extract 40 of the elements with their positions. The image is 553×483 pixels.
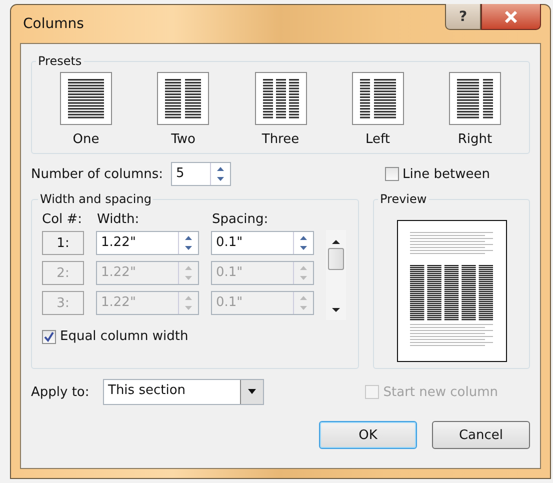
apply-to-dropdown[interactable]: This section [103, 379, 264, 405]
preset-label: One [72, 132, 100, 147]
column-number-button[interactable]: 1: [42, 231, 84, 255]
group-title: Presets [37, 54, 83, 68]
window-title: Columns [23, 16, 84, 32]
close-icon [503, 10, 519, 22]
group-title: Width and spacing [39, 192, 152, 206]
dialog-button[interactable]: Cancel [432, 421, 530, 449]
field-label: Number of columns: [31, 166, 164, 182]
column-layout-icon [360, 78, 396, 118]
caret-icon [247, 389, 257, 395]
number-of-columns-field[interactable]: 5 [171, 162, 231, 186]
preset-label: Left [366, 132, 390, 147]
width-field[interactable]: 1.22" [96, 231, 199, 255]
dialog-button[interactable]: OK [319, 421, 417, 449]
preset-label: Right [458, 132, 492, 147]
preset-button[interactable] [254, 72, 306, 125]
column-layout-icon [68, 78, 104, 118]
checkmark-icon [43, 330, 55, 342]
preset-label: Three [262, 132, 300, 147]
close-button[interactable] [481, 4, 541, 30]
column-layout-icon [262, 78, 298, 118]
preset-button[interactable] [60, 72, 112, 125]
preset-label: Two [171, 132, 196, 147]
preset-button[interactable] [352, 72, 404, 125]
scroll-thumb[interactable] [328, 248, 344, 270]
line-between-checkbox[interactable]: Line between [384, 166, 490, 182]
column-header: Col #: [42, 212, 84, 226]
preset-button[interactable] [449, 72, 501, 125]
spacing-field[interactable]: 0.1" [211, 231, 314, 255]
scrollbar[interactable] [326, 230, 346, 320]
column-header: Width: [97, 212, 140, 226]
column-layout-icon [457, 78, 493, 118]
column-header: Spacing: [212, 212, 268, 226]
column-layout-icon [165, 78, 202, 118]
equal-column-width-checkbox[interactable]: Equal column width [42, 329, 350, 344]
preset-button[interactable] [157, 72, 210, 125]
field-label: Apply to: [31, 384, 90, 400]
group-title: Preview [379, 192, 428, 206]
help-button[interactable]: ? [445, 4, 481, 30]
